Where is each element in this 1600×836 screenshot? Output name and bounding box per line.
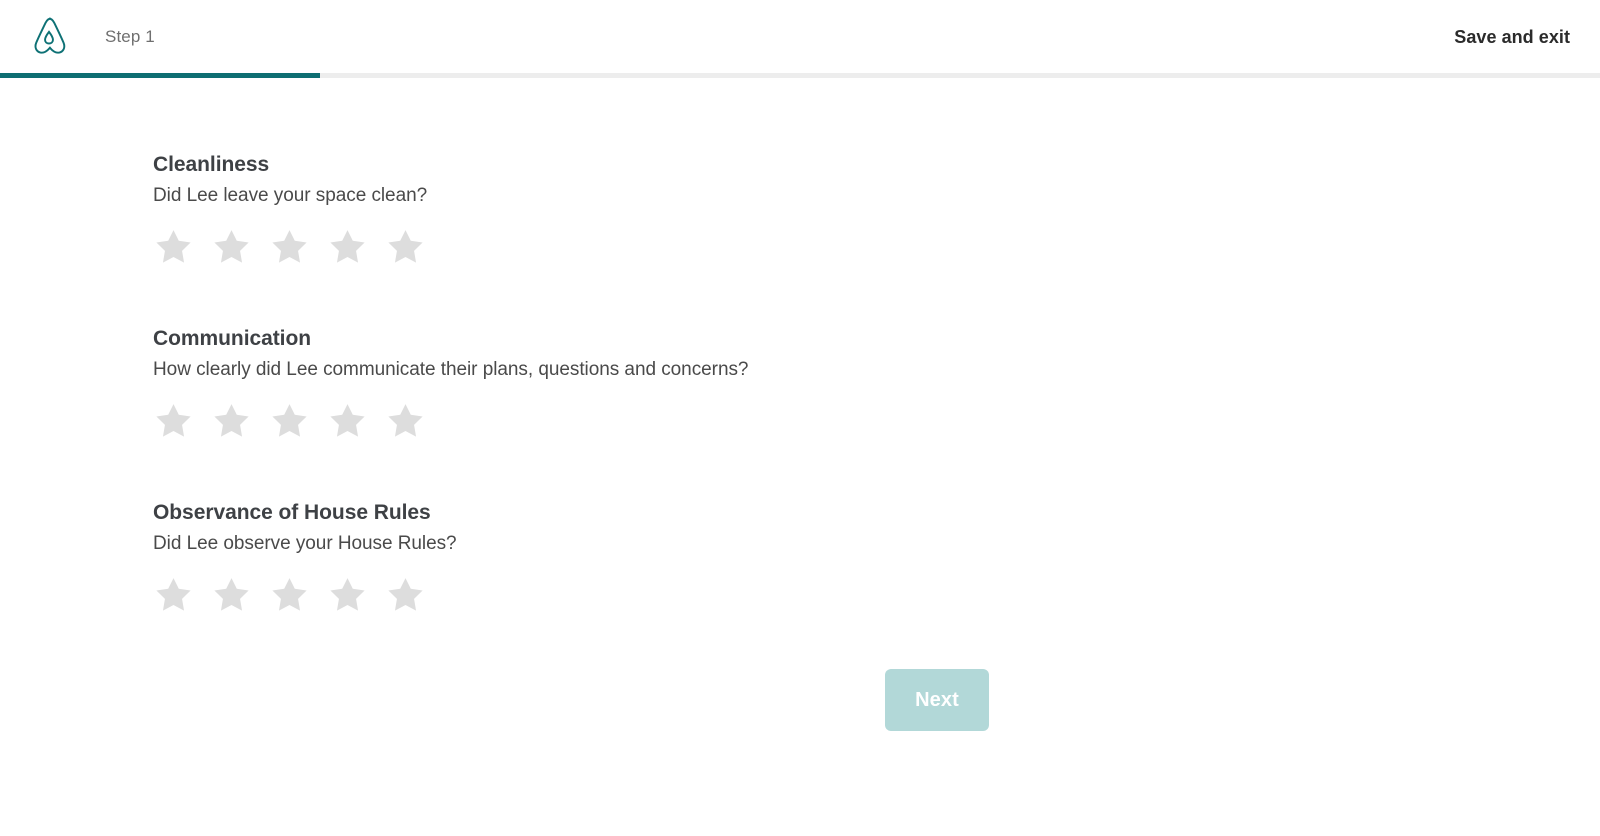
- app-header: Step 1 Save and exit: [0, 0, 1600, 73]
- rating-question: How clearly did Lee communicate their pl…: [153, 359, 749, 380]
- rating-block-house-rules: Observance of House Rules Did Lee observ…: [153, 500, 1600, 616]
- star-icon[interactable]: [269, 401, 310, 442]
- rating-block-cleanliness: Cleanliness Did Lee leave your space cle…: [153, 152, 1600, 268]
- star-icon[interactable]: [153, 575, 194, 616]
- star-icon[interactable]: [327, 227, 368, 268]
- rating-question: Did Lee leave your space clean?: [153, 185, 428, 206]
- next-button[interactable]: Next: [885, 669, 989, 731]
- rating-block-communication: Communication How clearly did Lee commun…: [153, 326, 1600, 442]
- rating-question: Did Lee observe your House Rules?: [153, 533, 457, 554]
- step-label: Step 1: [105, 26, 155, 46]
- progress-bar-track: [0, 73, 1600, 78]
- star-icon[interactable]: [269, 575, 310, 616]
- star-icon[interactable]: [327, 401, 368, 442]
- star-icon[interactable]: [211, 401, 252, 442]
- rating-title: Cleanliness: [153, 153, 270, 176]
- star-icon[interactable]: [385, 575, 426, 616]
- star-rating-communication[interactable]: [153, 401, 1600, 442]
- rating-title: Observance of House Rules: [153, 501, 431, 524]
- header-right-group: Save and exit: [1448, 22, 1576, 52]
- save-and-exit-button[interactable]: Save and exit: [1448, 22, 1576, 52]
- star-icon[interactable]: [327, 575, 368, 616]
- star-icon[interactable]: [211, 575, 252, 616]
- star-icon[interactable]: [153, 401, 194, 442]
- star-rating-cleanliness[interactable]: [153, 227, 1600, 268]
- star-icon[interactable]: [211, 227, 252, 268]
- header-left-group: Step 1: [26, 14, 155, 60]
- form-footer: Next: [0, 669, 1600, 731]
- review-form: Cleanliness Did Lee leave your space cle…: [0, 73, 1600, 616]
- star-icon[interactable]: [153, 227, 194, 268]
- star-icon[interactable]: [269, 227, 310, 268]
- star-icon[interactable]: [385, 227, 426, 268]
- airbnb-belo-logo-icon[interactable]: [26, 14, 72, 60]
- rating-title: Communication: [153, 327, 312, 350]
- progress-bar-fill: [0, 73, 320, 78]
- star-icon[interactable]: [385, 401, 426, 442]
- star-rating-house-rules[interactable]: [153, 575, 1600, 616]
